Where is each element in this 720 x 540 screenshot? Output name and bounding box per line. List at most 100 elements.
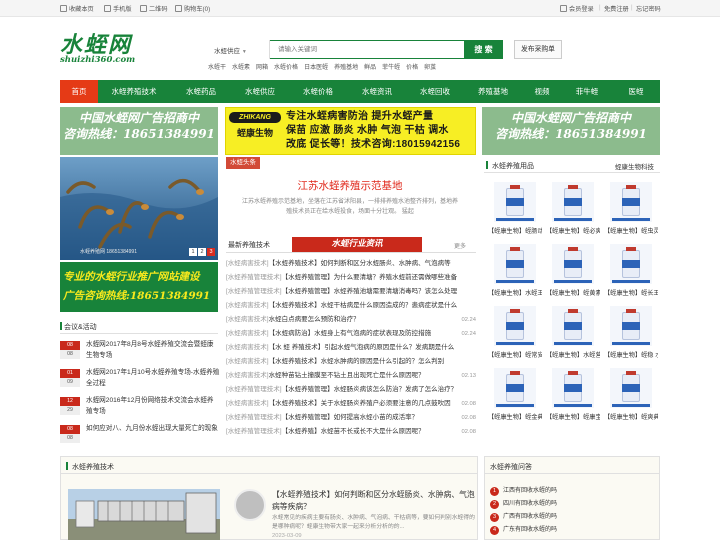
nav-base[interactable]: 养殖基地 <box>464 80 522 103</box>
qa-question[interactable]: 江西有回收水蛭的吗 <box>503 488 557 494</box>
news-item[interactable]: [水蛭病害技术]【水蛭养殖技术】关于水蛭肠炎养殖户必须要注意的几点鼓吹因 02.0… <box>226 397 476 411</box>
news-category[interactable]: [水蛭养殖管理技术] <box>226 288 282 295</box>
news-item[interactable]: [水蛭病害技术]【水蛭养殖技术】如何判断和区分水蛭肠炎、水肿病、气泡病等 <box>226 257 476 271</box>
news-category[interactable]: [水蛭病害技术] <box>226 344 269 351</box>
product-image[interactable] <box>494 368 536 408</box>
slide-dot[interactable]: 1 <box>189 248 197 256</box>
bookmark-link[interactable]: 收藏本页 <box>60 4 94 13</box>
qrcode-link[interactable]: 二维码 <box>140 4 168 13</box>
product-title[interactable]: 【蛭康生物】蛭黄素 <box>546 288 600 297</box>
news-category[interactable]: [水蛭病害技术] <box>226 302 269 309</box>
product-item[interactable]: 【蛭康生物】水蛭王 <box>488 244 542 300</box>
tech-article-photo[interactable] <box>68 489 220 540</box>
qa-question[interactable]: 四川有回收水蛭的吗 <box>503 501 557 507</box>
product-image[interactable] <box>494 306 536 346</box>
news-item[interactable]: [水蛭养殖管理技术]【水蛭养殖】水蛭苗不长或长不大是什么原因呢？ 02.08 <box>226 425 476 439</box>
nav-video[interactable]: 视频 <box>522 80 562 103</box>
product-item[interactable]: 【蛭康生物】蛭金典 水蛭 <box>488 368 542 424</box>
news-title[interactable]: 【水 蛭 养殖技术】引起水蛭气泡病的原因是什么？发病期是什么 <box>269 344 455 351</box>
login-link[interactable]: 会员登录 <box>560 4 594 13</box>
news-title[interactable]: 【水蛭养殖技术】水蛭水肿病的原因是什么引起的？怎么判别 <box>269 358 445 365</box>
hotword[interactable]: 水蛭干 <box>208 65 226 71</box>
product-item[interactable]: 【蛭康生物】蛭肠动 <box>488 182 542 238</box>
meeting-item[interactable]: 08 08 如何应对八、九月份水蛭出现大量死亡的现象 <box>60 423 220 449</box>
nav-medicine[interactable]: 水蛭药品 <box>170 80 232 103</box>
nav-news[interactable]: 水蛭资讯 <box>348 80 406 103</box>
meeting-title[interactable]: 水蛭网2017年8月8号水蛭养殖交流会暨蛭康生物专场 <box>86 339 220 361</box>
news-item[interactable]: [水蛭病害技术]水蛭白点病要怎么预防和治疗？ 02.24 <box>226 313 476 327</box>
meeting-item[interactable]: 01 09 水蛭网2017年1月10号水蛭养殖专场-水蛭养殖全过程 <box>60 367 220 393</box>
news-item[interactable]: [水蛭养殖管理技术]【水蛭养殖管理】水蛭肠炎病该怎么防治？发病了怎么治疗？ <box>226 383 476 397</box>
forgot-password-link[interactable]: 忘记密码 <box>636 4 661 13</box>
product-title[interactable]: 【蛭康生物】蛭爽典 水蛭 <box>604 412 658 421</box>
nav-tech[interactable]: 水蛭养殖技术 <box>98 80 170 103</box>
post-purchase-button[interactable]: 发布采购单 <box>514 40 562 59</box>
news-title[interactable]: 水蛭白点病要怎么预防和治疗？ <box>269 316 360 323</box>
hotword[interactable]: 菲牛蛭 <box>382 65 400 71</box>
news-category[interactable]: [水蛭病害技术] <box>226 260 269 267</box>
product-item[interactable]: 【蛭康生物】水蛭营养 <box>546 306 600 362</box>
right-ad-banner[interactable]: 中国水蛭网广告招商中 咨询热线：18651384991 <box>482 107 660 155</box>
product-title[interactable]: 【蛭康生物】水蛭王 <box>488 288 542 297</box>
product-item[interactable]: 【蛭康生物】蛭长王 <box>604 244 658 300</box>
section-subtitle[interactable]: 蛭康生物科技 <box>615 161 654 171</box>
meeting-title[interactable]: 水蛭网2016年12月份网络技术交流会水蛭养殖专场 <box>86 395 220 417</box>
news-item[interactable]: [水蛭病害技术]水蛭种苗钻土撞膜至不钻土且出现死亡是什么原因呢？ 02.13 <box>226 369 476 383</box>
news-title[interactable]: 【水蛭养殖技术】关于水蛭肠炎养殖户必须要注意的几点鼓吹因 <box>269 400 451 407</box>
news-title[interactable]: 【水蛭养殖管理】为什么要清塘？养殖水蛭前还需做哪些准备 <box>282 274 458 281</box>
news-category[interactable]: [水蛭养殖管理技术] <box>226 386 282 393</box>
news-title[interactable]: 【水蛭病防治】水蛭身上有气泡病的症状表现及防控措施 <box>269 330 432 337</box>
news-item[interactable]: [水蛭养殖管理技术]【水蛭养殖管理】为什么要清塘？养殖水蛭前还需做哪些准备 <box>226 271 476 285</box>
product-image[interactable] <box>610 182 652 222</box>
product-item[interactable]: 【蛭康生物】蛭虫灵 肠胃 <box>604 182 658 238</box>
product-image[interactable] <box>552 244 594 284</box>
news-item[interactable]: [水蛭养殖管理技术]【水蛭养殖管理】水蛭养殖池塘需要清塘消毒吗？该怎么处理 <box>226 285 476 299</box>
tech-article-title[interactable]: 【水蛭养殖技术】如何判断和区分水蛭肠炎、水肿病、气泡病等疾病？ <box>272 489 476 513</box>
search-input[interactable] <box>272 41 462 58</box>
nav-yizhi[interactable]: 医蛭 <box>612 80 660 103</box>
news-badge[interactable]: 水蛭行业资讯 <box>292 237 422 252</box>
product-image[interactable] <box>494 244 536 284</box>
product-title[interactable]: 【蛭康生物】蛭稳 水体 <box>604 350 658 359</box>
qa-question[interactable]: 广西有回收水蛭的吗 <box>503 514 557 520</box>
product-item[interactable]: 【蛭康生物】蛭黄素 <box>546 244 600 300</box>
nav-supply[interactable]: 水蛭供应 <box>232 80 288 103</box>
product-image[interactable] <box>610 368 652 408</box>
news-item[interactable]: [水蛭病害技术]【水蛭养殖技术】水蛭干枯病是什么原因造成的？患病症状是什么 <box>226 299 476 313</box>
qa-question[interactable]: 广东有回收水蛭的吗 <box>503 527 557 533</box>
search-category-select[interactable]: 水蛭供应 ▼ <box>208 40 270 59</box>
news-category[interactable]: [水蛭病害技术] <box>226 358 269 365</box>
left-ad-banner[interactable]: 中国水蛭网广告招商中 咨询热线：18651384991 <box>60 107 218 155</box>
news-title[interactable]: 【水蛭养殖管理】如何提高水蛭小苗的成活率？ <box>282 414 419 421</box>
product-item[interactable]: 【蛭康生物】蛭康宝 <box>546 368 600 424</box>
slide-dot[interactable]: 2 <box>198 248 206 256</box>
news-title[interactable]: 【水蛭养殖管理】水蛭肠炎病该怎么防治？发病了怎么治疗？ <box>282 386 458 393</box>
qa-item[interactable]: 1 江西有回收水蛭的吗 <box>490 487 660 500</box>
product-title[interactable]: 【蛭康生物】蛭康宝 <box>546 412 600 421</box>
meeting-item[interactable]: 08 08 水蛭网2017年8月8号水蛭养殖交流会暨蛭康生物专场 <box>60 339 220 365</box>
nav-home[interactable]: 首页 <box>60 80 98 103</box>
nav-feiniuzhi[interactable]: 菲牛蛭 <box>562 80 612 103</box>
news-title[interactable]: 【水蛭养殖】水蛭苗不长或长不大是什么原因呢？ <box>282 428 425 435</box>
news-item[interactable]: [水蛭病害技术]【水蛭病防治】水蛭身上有气泡病的症状表现及防控措施 02.24 <box>226 327 476 341</box>
product-title[interactable]: 【蛭康生物】蛭常安 <box>488 350 542 359</box>
news-title[interactable]: 【水蛭养殖管理】水蛭养殖池塘需要清塘消毒吗？该怎么处理 <box>282 288 458 295</box>
news-category[interactable]: [水蛭病害技术] <box>226 372 269 379</box>
qa-item[interactable]: 3 广西有回收水蛭的吗 <box>490 513 660 526</box>
news-category[interactable]: [水蛭病害技术] <box>226 400 269 407</box>
product-title[interactable]: 【蛭康生物】蛭金典 水蛭 <box>488 412 542 421</box>
news-item[interactable]: [水蛭养殖管理技术]【水蛭养殖管理】如何提高水蛭小苗的成活率？ 02.08 <box>226 411 476 425</box>
product-title[interactable]: 【蛭康生物】蛭必爽 <box>546 226 600 235</box>
slideshow-image[interactable]: 水蛭养殖网 18651384991 <box>60 157 218 260</box>
product-title[interactable]: 【蛭康生物】蛭长王 <box>604 288 658 297</box>
product-title[interactable]: 【蛭康生物】蛭虫灵 肠胃 <box>604 226 658 235</box>
news-category[interactable]: [水蛭养殖管理技术] <box>226 274 282 281</box>
news-category[interactable]: [水蛭养殖管理技术] <box>226 428 282 435</box>
product-image[interactable] <box>494 182 536 222</box>
site-logo[interactable]: 水蛭网 shuizhi360.com <box>60 34 150 66</box>
product-image[interactable] <box>610 306 652 346</box>
product-item[interactable]: 【蛭康生物】蛭稳 水体 <box>604 306 658 362</box>
search-button[interactable]: 搜 索 <box>464 40 503 59</box>
mobile-link[interactable]: 手机版 <box>104 4 132 13</box>
news-title[interactable]: 【水蛭养殖技术】水蛭干枯病是什么原因造成的？患病症状是什么 <box>269 302 458 309</box>
